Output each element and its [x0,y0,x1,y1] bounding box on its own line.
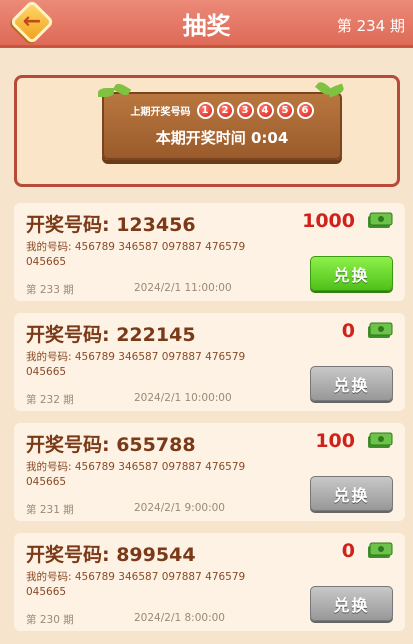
ball-icon: 6 [296,102,314,119]
my-numbers: 我的号码: 456789 346587 097887 476579 045665 [26,351,246,378]
draw-banner: 上期开奖号码 1 2 3 4 5 6 本期开奖时间 0:04 [14,75,400,187]
redeem-button[interactable]: 兑换 [310,366,393,401]
draw-time-label: 本期开奖时间 [155,129,246,147]
draw-timestamp: 2024/2/1 10:00:00 [134,392,232,404]
draw-timestamp: 2024/2/1 9:00:00 [134,502,225,514]
prize-amount: 1000 [302,210,355,232]
period-label: 第 231 期 [26,504,74,516]
draw-timestamp: 2024/2/1 11:00:00 [134,282,232,294]
redeem-button[interactable]: 兑换 [310,476,393,511]
draw-timestamp: 2024/2/1 8:00:00 [134,612,225,624]
last-draw-label: 上期开奖号码 [130,107,191,118]
draw-record-card: 开奖号码: 222145 0 我的号码: 456789 346587 09788… [14,313,405,411]
redeem-button[interactable]: 兑换 [310,256,393,291]
winning-code: 开奖号码: 222145 [26,324,196,346]
ball-icon: 3 [236,102,254,119]
ball-icon: 5 [276,102,294,119]
leaf-icon [98,88,114,97]
winning-code: 开奖号码: 899544 [26,544,196,566]
current-period: 第 234 期 [336,17,405,35]
draw-time-row: 本期开奖时间 0:04 [104,127,340,148]
prize-amount: 100 [315,430,355,452]
prize-amount: 0 [341,320,355,342]
draw-record-card: 开奖号码: 123456 1000 我的号码: 456789 346587 09… [14,203,405,301]
draw-time-value: 0:04 [250,129,289,147]
prize-amount: 0 [341,540,355,562]
ball-icon: 1 [196,102,214,119]
period-label: 第 233 期 [26,284,74,296]
cash-icon [368,212,393,228]
draw-record-card: 开奖号码: 899544 0 我的号码: 456789 346587 09788… [14,533,405,631]
cash-icon [368,542,393,558]
redeem-button[interactable]: 兑换 [310,586,393,621]
my-numbers: 我的号码: 456789 346587 097887 476579 045665 [26,461,246,488]
wooden-sign: 上期开奖号码 1 2 3 4 5 6 本期开奖时间 0:04 [98,79,346,160]
ball-icon: 2 [216,102,234,119]
my-numbers: 我的号码: 456789 346587 097887 476579 045665 [26,241,246,268]
leaf-icon [112,81,132,98]
ball-icon: 4 [256,102,274,119]
cash-icon [368,432,393,448]
winning-code: 开奖号码: 123456 [26,214,196,236]
period-label: 第 232 期 [26,394,74,406]
cash-icon [368,322,393,338]
last-draw-row: 上期开奖号码 1 2 3 4 5 6 [104,102,340,119]
my-numbers: 我的号码: 456789 346587 097887 476579 045665 [26,571,246,598]
header-bar: ← 抽奖 第 234 期 [0,0,413,48]
winning-code: 开奖号码: 655788 [26,434,196,456]
draw-record-card: 开奖号码: 655788 100 我的号码: 456789 346587 097… [14,423,405,521]
period-label: 第 230 期 [26,614,74,626]
